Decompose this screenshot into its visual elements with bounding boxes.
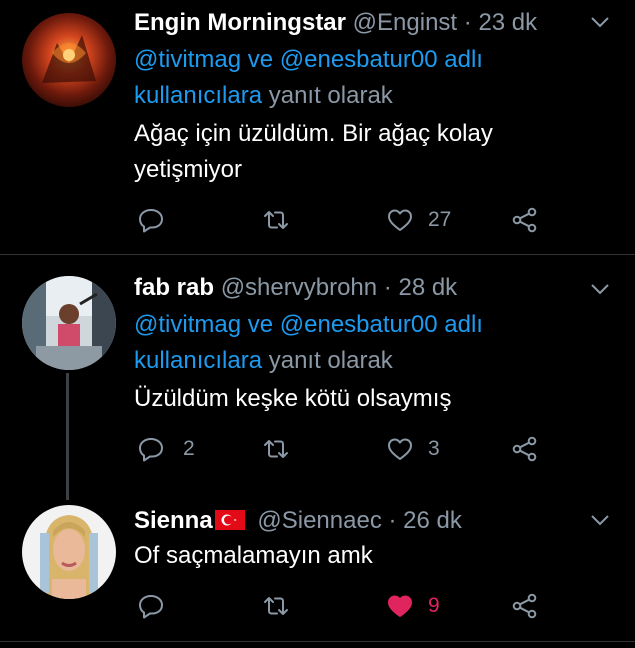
reply-button[interactable]: 2 [137,435,195,463]
tweet-text-line: yetişmiyor [134,156,243,183]
retweet-button[interactable] [262,435,290,463]
users-link[interactable]: kullanıcılara [134,82,262,109]
avatar[interactable] [22,276,116,370]
like-count: 3 [428,437,440,460]
timestamp[interactable]: 28 dk [398,274,457,301]
share-icon [512,207,537,233]
chevron-down-icon[interactable] [588,277,612,301]
reply-button[interactable] [137,206,165,234]
reply-icon [139,209,163,233]
retweet-icon [264,440,288,458]
tweet-text-line: Ağaç için üzüldüm. Bir ağaç kolay [134,120,493,147]
reply-label: yanıt olarak [268,82,393,109]
reply-icon [139,438,163,462]
tweet-header: Sienna @Siennaec · 26 dk [134,506,462,536]
like-button[interactable]: 27 [386,206,451,234]
display-name[interactable]: fab rab [134,274,214,301]
chevron-down-icon[interactable] [588,508,612,532]
share-icon [512,593,537,619]
mention-link[interactable]: @enesbatur00 [280,311,438,338]
mention-joiner: ve [247,46,274,73]
like-button[interactable]: 9 [386,592,440,620]
heart-icon [388,438,412,460]
retweet-icon [264,597,288,615]
reply-context: @tivitmag ve @enesbatur00 adlı kullanıcı… [134,307,604,379]
heart-icon [388,209,412,231]
retweet-icon [264,211,288,229]
tweet[interactable]: fab rab @shervybrohn · 28 dk @tivitmag v… [0,255,635,500]
share-button[interactable] [511,592,539,620]
tweet[interactable]: Sienna @Siennaec · 26 dk Of saçmalamayın… [0,500,635,640]
display-name[interactable]: Sienna [134,507,213,534]
reply-label: yanıt olarak [268,347,393,374]
reply-count: 2 [183,437,195,460]
user-handle[interactable]: @shervybrohn [221,274,377,301]
mention-suffix: adlı [444,311,483,338]
share-icon [512,436,537,462]
reply-icon [139,595,163,619]
mention-link[interactable]: @tivitmag [134,46,241,73]
like-button[interactable]: 3 [386,435,440,463]
mention-joiner: ve [247,311,274,338]
reply-button[interactable] [137,592,165,620]
mention-suffix: adlı [444,46,483,73]
turkey-flag-icon [214,509,245,530]
mention-link[interactable]: @tivitmag [134,311,241,338]
chevron-down-icon[interactable] [588,10,612,34]
tweet-body: Of saçmalamayın amk [134,538,604,574]
separator: · [383,274,392,301]
retweet-button[interactable] [262,592,290,620]
display-name[interactable]: Engin Morningstar [134,9,346,36]
tweet-text: Of saçmalamayın amk [134,538,604,574]
tweet-text: Üzüldüm keşke kötü olsaymış [134,381,604,417]
tweet[interactable]: Engin Morningstar @Enginst · 23 dk @tivi… [0,0,635,254]
separator: · [463,9,472,36]
separator: · [388,507,397,534]
tweet-text-line: Of saçmalamayın amk [134,542,373,569]
tweet-text-line: Üzüldüm keşke kötü olsaymış [134,385,452,412]
tweet-body: @tivitmag ve @enesbatur00 adlı kullanıcı… [134,307,604,417]
timestamp[interactable]: 26 dk [403,507,462,534]
thread-line [66,373,69,500]
share-button[interactable] [511,435,539,463]
reply-context: @tivitmag ve @enesbatur00 adlı kullanıcı… [134,42,604,114]
avatar[interactable] [22,13,116,107]
users-link[interactable]: kullanıcılara [134,347,262,374]
mention-link[interactable]: @enesbatur00 [280,46,438,73]
tweet-header: fab rab @shervybrohn · 28 dk [134,273,457,303]
tweet-header: Engin Morningstar @Enginst · 23 dk [134,8,537,38]
avatar[interactable] [22,505,116,599]
user-handle[interactable]: @Siennaec [257,507,381,534]
like-count: 27 [428,208,452,231]
tweet-body: @tivitmag ve @enesbatur00 adlı kullanıcı… [134,42,604,188]
retweet-button[interactable] [262,206,290,234]
timestamp[interactable]: 23 dk [478,9,537,36]
share-button[interactable] [511,206,539,234]
user-handle[interactable]: @Enginst [353,9,457,36]
heart-icon [388,595,412,617]
like-count: 9 [428,594,440,617]
tweet-text: Ağaç için üzüldüm. Bir ağaç kolay yetişm… [134,116,604,188]
divider [0,641,635,642]
